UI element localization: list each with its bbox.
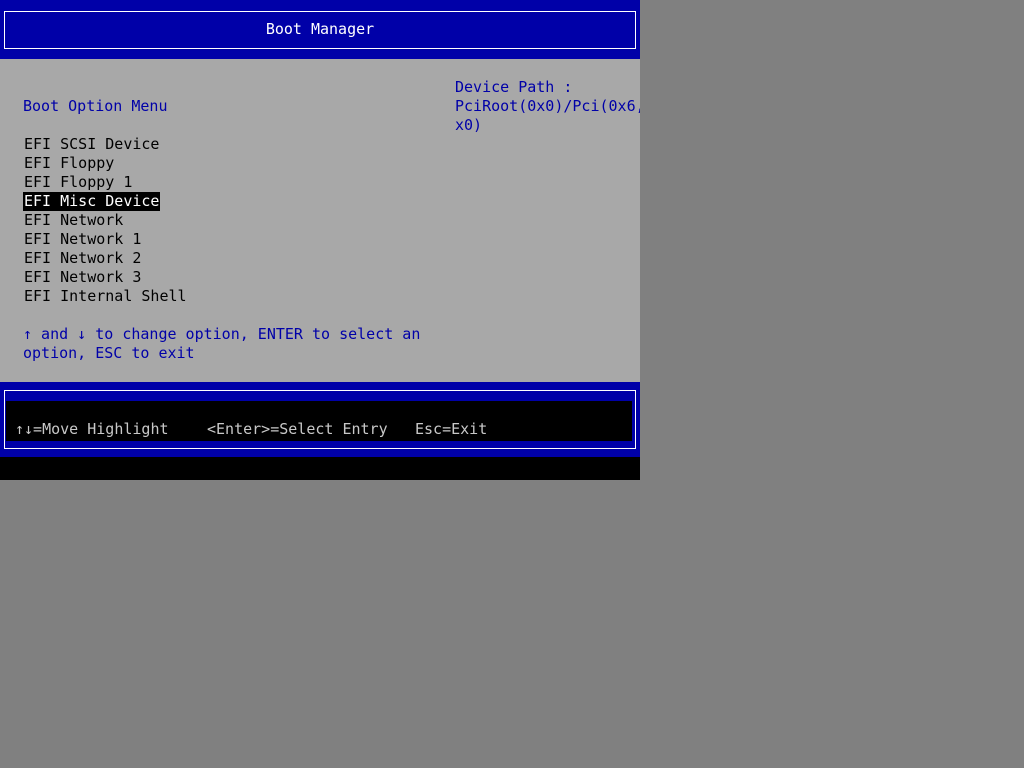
footer-select-entry-hint: <Enter>=Select Entry — [207, 420, 388, 438]
boot-option-network[interactable]: EFI Network — [23, 211, 124, 230]
boot-option-floppy-1[interactable]: EFI Floppy 1 — [23, 173, 133, 192]
footer-move-highlight-hint: ↑↓=Move Highlight — [15, 420, 169, 438]
footer-bar: ↑↓=Move Highlight <Enter>=Select Entry E… — [0, 382, 640, 457]
boot-option-scsi-device[interactable]: EFI SCSI Device — [23, 135, 160, 154]
header-bar: Boot Manager — [0, 0, 640, 59]
boot-option-network-2[interactable]: EFI Network 2 — [23, 249, 142, 268]
footer-exit-hint: Esc=Exit — [415, 420, 488, 438]
help-text-line-1: ↑ and ↓ to change option, ENTER to selec… — [23, 325, 421, 343]
boot-option-internal-shell[interactable]: EFI Internal Shell — [23, 287, 188, 306]
device-path-label: Device Path : — [455, 78, 573, 96]
device-path-line-1: PciRoot(0x0)/Pci(0x6,0 — [455, 97, 640, 115]
boot-option-misc-device[interactable]: EFI Misc Device — [23, 192, 161, 211]
boot-option-floppy[interactable]: EFI Floppy — [23, 154, 115, 173]
boot-option-network-3[interactable]: EFI Network 3 — [23, 268, 142, 287]
boot-option-network-1[interactable]: EFI Network 1 — [23, 230, 142, 249]
main-panel: Boot Option Menu EFI SCSI Device EFI Flo… — [0, 59, 640, 382]
menu-title: Boot Option Menu — [23, 97, 168, 115]
boot-manager-screen: Boot Manager Boot Option Menu EFI SCSI D… — [0, 0, 640, 480]
bottom-strip — [0, 457, 640, 480]
device-path-line-2: x0) — [455, 116, 483, 134]
page-title: Boot Manager — [265, 20, 375, 38]
help-text-line-2: option, ESC to exit — [23, 344, 195, 362]
